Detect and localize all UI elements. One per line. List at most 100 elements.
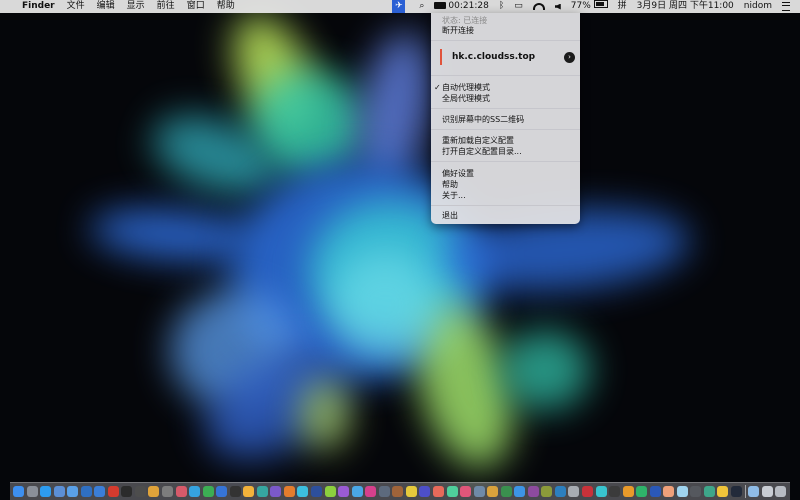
menu-help[interactable]: 帮助 [217,0,235,13]
menu-view[interactable]: 显示 [127,0,145,13]
app-red-icon[interactable] [107,486,119,497]
app-plum-icon[interactable] [527,486,539,497]
downloads-stack-icon[interactable] [748,486,760,497]
user-name[interactable]: nidom [744,0,772,13]
documents-stack-icon[interactable] [761,486,773,497]
status-label: 状态: 已连接 [442,16,488,25]
terminal-icon[interactable] [121,486,133,497]
menu-separator [431,161,580,162]
app-rose-icon[interactable] [460,486,472,497]
open-config-dir-item[interactable]: 打开自定义配置目录... [442,147,522,157]
app-pink-icon[interactable] [175,486,187,497]
date-time[interactable]: 3月9日 周四 下午11:00 [637,0,734,13]
menu-go[interactable]: 前往 [157,0,175,13]
app-cyan-icon[interactable] [297,486,309,497]
wifi-icon[interactable] [532,3,545,10]
app-ink-icon[interactable] [730,486,742,497]
app-m-icon[interactable] [134,486,146,497]
app-navy-icon[interactable] [311,486,323,497]
app-silver-icon[interactable] [568,486,580,497]
app-charcoal-icon[interactable] [609,486,621,497]
app-amber-icon[interactable] [622,486,634,497]
launchpad-icon[interactable] [26,486,38,497]
menu-edit[interactable]: 编辑 [97,0,115,13]
app-cobalt-icon[interactable] [649,486,661,497]
app-magenta-icon[interactable] [365,486,377,497]
app-olive-icon[interactable] [541,486,553,497]
auto-proxy-item[interactable]: ✓ 自动代理模式 [434,83,490,93]
auto-proxy-label: 自动代理模式 [442,83,490,92]
timer-status[interactable]: 00:21:28 [434,0,489,13]
battery-status[interactable]: 77% [571,0,608,13]
quit-item[interactable]: 退出 [442,211,458,221]
app-yellow-icon[interactable] [405,486,417,497]
app-menu-finder[interactable]: Finder [22,0,55,13]
app-slate-icon[interactable] [378,486,390,497]
safari-icon[interactable] [40,486,52,497]
app-ice-icon[interactable] [676,486,688,497]
menu-window[interactable]: 窗口 [187,0,205,13]
spotlight-search-icon[interactable]: ⌕ [419,0,424,13]
shadowsocks-paper-plane-icon[interactable]: ✈ [392,0,406,13]
app-graphite-icon[interactable] [690,486,702,497]
battery-level-fill [595,2,604,6]
app-sky-icon[interactable] [351,486,363,497]
app-blue-icon[interactable] [216,486,228,497]
app-crimson-icon[interactable] [581,486,593,497]
app-ocean-icon[interactable] [554,486,566,497]
disconnect-item[interactable]: 断开连接 [442,26,474,36]
preferences-item[interactable]: 偏好设置 [442,169,474,179]
about-item[interactable]: 关于... [442,191,466,201]
app-purple-icon[interactable] [270,486,282,497]
server-host: hk.c.cloudss.top [452,52,536,62]
app-orange-icon[interactable] [283,486,295,497]
desktop-wallpaper [0,0,800,500]
finder-icon[interactable] [13,486,24,497]
timer-text: 00:21:28 [448,1,489,11]
app-emerald-icon[interactable] [636,486,648,497]
app-brown-icon[interactable] [392,486,404,497]
preview-icon[interactable] [53,486,65,497]
bluetooth-icon[interactable]: ᛒ [499,0,504,13]
app-jade-icon[interactable] [703,486,715,497]
wallpaper-shape [500,330,590,410]
app-green-icon[interactable] [202,486,214,497]
app-peach-icon[interactable] [663,486,675,497]
input-source-icon[interactable]: 拼 [618,0,627,13]
menu-separator [431,205,580,206]
app-gray-icon[interactable] [162,486,174,497]
app-teal-icon[interactable] [256,486,268,497]
app-sun-icon[interactable] [717,486,729,497]
app-coral-icon[interactable] [432,486,444,497]
chevron-right-icon[interactable]: › [564,52,575,63]
reload-config-item[interactable]: 重新加载自定义配置 [442,136,514,146]
global-proxy-item[interactable]: 全局代理模式 [442,94,490,104]
app-violet-icon[interactable] [338,486,350,497]
folder-icon[interactable] [67,486,79,497]
app-aqua-icon[interactable] [595,486,607,497]
mail-icon[interactable] [94,486,106,497]
app-forest-icon[interactable] [500,486,512,497]
menu-file[interactable]: 文件 [67,0,85,13]
chrome-icon[interactable] [148,486,160,497]
dock [10,482,790,500]
app-indigo-icon[interactable] [419,486,431,497]
server-item[interactable]: hk.c.cloudss.top › [440,47,575,67]
telegram-icon[interactable] [189,486,201,497]
xcode-icon[interactable] [80,486,92,497]
trash-icon[interactable] [775,486,787,497]
volume-icon[interactable] [554,3,561,10]
app-gold-icon[interactable] [487,486,499,497]
menu-bar-status-area: ✈ ⌕ 00:21:28 ᛒ ▭ 77% 拼 3月9日 周四 下午11:00 n… [392,0,800,13]
airplay-icon[interactable]: ▭ [514,0,523,13]
app-steel-icon[interactable] [473,486,485,497]
app-azure-icon[interactable] [514,486,526,497]
menu-separator [431,75,580,76]
sketch-icon[interactable] [243,486,255,497]
scan-qr-item[interactable]: 识别屏幕中的SS二维码 [442,115,524,125]
notification-center-icon[interactable] [782,2,790,11]
help-item[interactable]: 帮助 [442,180,458,190]
app-lime-icon[interactable] [324,486,336,497]
app-dark-icon[interactable] [229,486,241,497]
app-mint-icon[interactable] [446,486,458,497]
